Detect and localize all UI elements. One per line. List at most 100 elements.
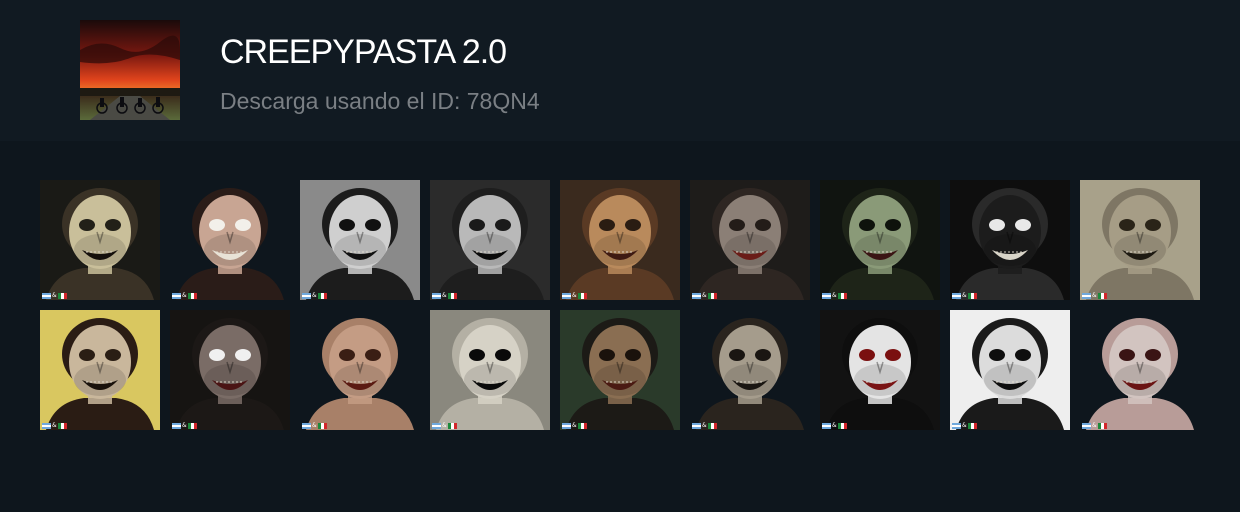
mexico-flag-icon [707, 423, 717, 429]
sticker-item[interactable]: & [820, 310, 940, 430]
badge-separator: & [442, 422, 447, 429]
torn-face-zombie-man-icon [560, 310, 680, 430]
argentina-flag-icon [1082, 293, 1091, 299]
sticker-origin-badge: & [822, 423, 847, 429]
mexico-flag-icon [967, 293, 977, 299]
mexico-flag-icon [187, 293, 197, 299]
hooded-mummy-figure-icon [1080, 180, 1200, 300]
sticker-item[interactable]: & [170, 310, 290, 430]
sticker-item[interactable]: & [950, 310, 1070, 430]
sticker-origin-badge: & [952, 293, 977, 299]
argentina-flag-icon [302, 293, 311, 299]
sticker-origin-badge: & [1082, 423, 1107, 429]
sticker-item[interactable]: & [40, 310, 160, 430]
badge-separator: & [962, 422, 967, 429]
sticker-origin-badge: & [302, 423, 327, 429]
sticker-origin-badge: & [432, 293, 457, 299]
mexico-flag-icon [447, 293, 457, 299]
sticker-item[interactable]: & [950, 180, 1070, 300]
sticker-origin-badge: & [822, 293, 847, 299]
sticker-item[interactable]: & [300, 180, 420, 300]
mexico-flag-icon [837, 293, 847, 299]
sticker-item[interactable]: & [690, 180, 810, 300]
long-hair-smiling-creature-icon [950, 180, 1070, 300]
sticker-item[interactable]: & [170, 180, 290, 300]
mexico-flag-icon [577, 293, 587, 299]
white-face-red-eyes-icon [820, 310, 940, 430]
mexico-flag-icon [837, 423, 847, 429]
argentina-flag-icon [952, 293, 961, 299]
sticker-item[interactable]: & [1080, 180, 1200, 300]
sticker-origin-badge: & [692, 423, 717, 429]
bloody-zombie-woman-icon [690, 180, 810, 300]
badge-separator: & [832, 292, 837, 299]
bloody-long-neck-creature-icon [1080, 310, 1200, 430]
sticker-origin-badge: & [42, 423, 67, 429]
argentina-flag-icon [952, 423, 961, 429]
argentina-flag-icon [822, 423, 831, 429]
sticker-origin-badge: & [432, 423, 457, 429]
sticker-item[interactable]: & [430, 180, 550, 300]
pack-title: CREEPYPASTA 2.0 [220, 33, 507, 71]
mexico-flag-icon [57, 293, 67, 299]
black-white-skull-child-icon [300, 180, 420, 300]
badge-separator: & [702, 292, 707, 299]
argentina-flag-icon [302, 423, 311, 429]
sticker-origin-badge: & [692, 293, 717, 299]
argentina-flag-icon [692, 423, 701, 429]
argentina-flag-icon [42, 293, 51, 299]
sticker-origin-badge: & [302, 293, 327, 299]
sticker-item[interactable]: & [300, 310, 420, 430]
badge-separator: & [962, 292, 967, 299]
sticker-item[interactable]: & [560, 310, 680, 430]
badge-separator: & [442, 292, 447, 299]
half-face-ghoul-icon [170, 310, 290, 430]
argentina-flag-icon [822, 293, 831, 299]
mexico-flag-icon [317, 423, 327, 429]
badge-separator: & [312, 422, 317, 429]
badge-separator: & [312, 292, 317, 299]
sticker-item[interactable]: & [40, 180, 160, 300]
argentina-flag-icon [562, 423, 571, 429]
grinning-ghoul-face-icon [40, 180, 160, 300]
argentina-flag-icon [172, 293, 181, 299]
argentina-flag-icon [562, 293, 571, 299]
argentina-flag-icon [432, 423, 441, 429]
pack-cover-image [80, 20, 180, 120]
crawling-ghost-girl-icon [690, 310, 810, 430]
argentina-flag-icon [42, 423, 51, 429]
sticker-origin-badge: & [172, 293, 197, 299]
argentina-flag-icon [172, 423, 181, 429]
badge-separator: & [702, 422, 707, 429]
pack-download-id: Descarga usando el ID: 78QN4 [220, 88, 540, 114]
mexico-flag-icon [1097, 293, 1107, 299]
sticker-item[interactable]: & [560, 180, 680, 300]
rotting-zombie-face-icon [560, 180, 680, 300]
cover-night-road-icon [80, 20, 180, 120]
pack-header: CREEPYPASTA 2.0 Descarga usando el ID: 7… [0, 0, 1240, 141]
mexico-flag-icon [967, 423, 977, 429]
argentina-flag-icon [692, 293, 701, 299]
sticker-grid: & & & & & & & & & & & & & & & & & & [40, 180, 1210, 430]
sticker-origin-badge: & [562, 423, 587, 429]
hooded-grin-jeff-icon [950, 310, 1070, 430]
sticker-item[interactable]: & [820, 180, 940, 300]
sticker-origin-badge: & [172, 423, 197, 429]
badge-separator: & [832, 422, 837, 429]
green-ghoul-face-icon [820, 180, 940, 300]
wide-smile-joker-face-icon [170, 180, 290, 300]
sticker-origin-badge: & [42, 293, 67, 299]
badge-separator: & [52, 422, 57, 429]
sticker-origin-badge: & [952, 423, 977, 429]
argentina-flag-icon [1082, 423, 1091, 429]
sticker-item[interactable]: & [690, 310, 810, 430]
mexico-flag-icon [57, 423, 67, 429]
badge-separator: & [1092, 422, 1097, 429]
sticker-item[interactable]: & [430, 310, 550, 430]
sticker-origin-badge: & [562, 293, 587, 299]
badge-separator: & [572, 292, 577, 299]
bald-fanged-monster-icon [300, 310, 420, 430]
badge-separator: & [182, 422, 187, 429]
badge-separator: & [572, 422, 577, 429]
sticker-item[interactable]: & [1080, 310, 1200, 430]
